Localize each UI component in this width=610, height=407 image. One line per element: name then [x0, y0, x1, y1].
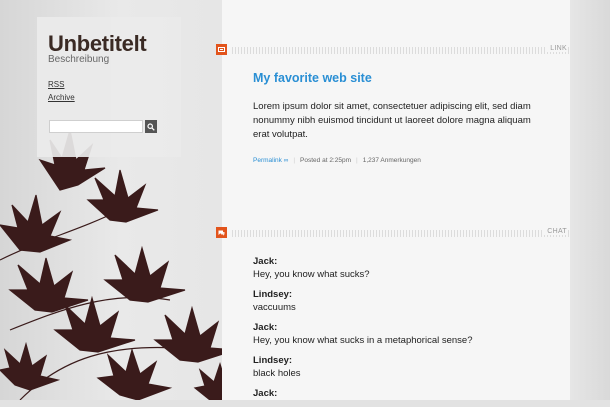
chat-text: black holes: [253, 368, 301, 379]
post-time: Posted at 2:25pm: [300, 157, 351, 164]
post-notes-count[interactable]: 1,237 Anmerkungen: [363, 157, 421, 164]
chat-speaker: Lindsey:: [253, 355, 293, 366]
chat-line: Jack: Hey, you know what sucks in a meta…: [253, 322, 553, 348]
post-header-chat: CHAT: [216, 227, 570, 238]
post-meta: Permalink ∞ | Posted at 2:25pm | 1,237 Anmer…: [253, 157, 421, 164]
chat-line: Lindsey: vaccuums: [253, 289, 553, 315]
chat-transcript: Jack: Hey, you know what sucks? Lindsey:…: [253, 256, 553, 407]
header-stripe: [232, 47, 570, 54]
chat-text: Hey, you know what sucks?: [253, 269, 370, 280]
search-button[interactable]: [145, 120, 157, 133]
chat-speaker: Jack:: [253, 256, 278, 267]
chat-line: Jack: Hey, you know what sucks?: [253, 256, 553, 282]
post-body: Lorem ipsum dolor sit amet, consectetuer…: [253, 101, 531, 140]
post-title-link[interactable]: My favorite web site: [253, 71, 372, 85]
nav-rss-link[interactable]: RSS: [48, 80, 64, 89]
chat-speaker: Lindsey:: [253, 289, 293, 300]
chat-text: Hey, you know what sucks in a metaphoric…: [253, 335, 473, 346]
post-header-link: LINK: [216, 44, 570, 55]
sidebar-panel: Unbetitelt Beschreibung RSS Archive: [37, 17, 181, 157]
link-icon: [218, 47, 225, 52]
search-icon: [147, 122, 155, 131]
post-type-label: LINK: [546, 45, 567, 52]
chat-line: Lindsey: black holes: [253, 355, 553, 381]
post-type-badge[interactable]: [216, 44, 227, 55]
blog-description: Beschreibung: [48, 54, 110, 65]
post-type-label: CHAT: [543, 228, 567, 235]
nav-archive-link[interactable]: Archive: [48, 93, 75, 102]
chat-speaker: Jack:: [253, 388, 278, 399]
header-stripe: [232, 230, 570, 237]
post-type-badge[interactable]: [216, 227, 227, 238]
meta-divider: |: [293, 157, 296, 164]
meta-divider: |: [356, 157, 358, 164]
chat-text: vaccuums: [253, 302, 296, 313]
posts-column: LINK My favorite web site Lorem ipsum do…: [216, 0, 570, 400]
chat-bubble-icon: [218, 230, 225, 236]
permalink-link[interactable]: Permalink ∞: [253, 157, 288, 164]
search-input[interactable]: [49, 120, 143, 133]
chat-line: Jack:: [253, 388, 553, 400]
chat-speaker: Jack:: [253, 322, 278, 333]
